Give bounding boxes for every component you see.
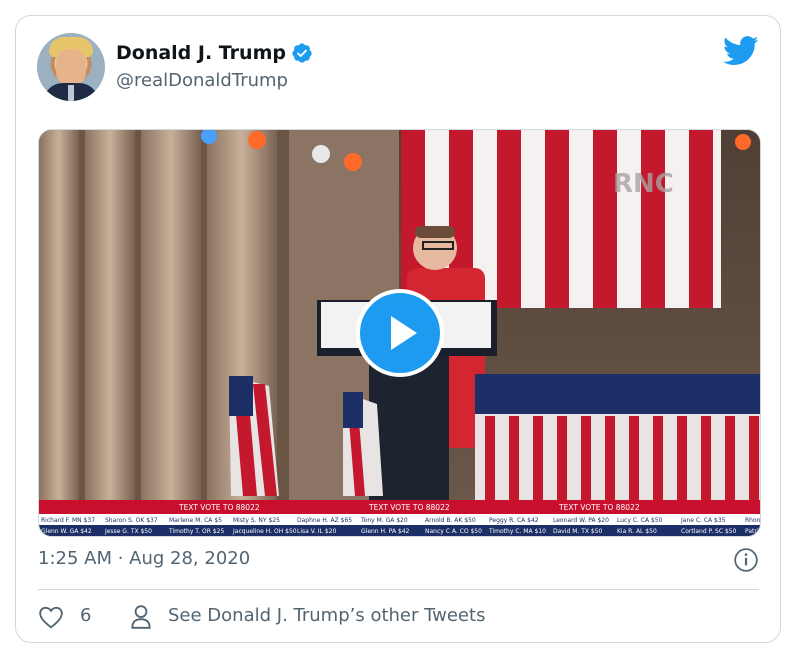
ticker2-entry: Glenn H. PA $42 bbox=[361, 528, 410, 535]
ticker2-entry: Timothy C. MA $10 bbox=[488, 528, 546, 535]
heart-icon[interactable] bbox=[38, 605, 64, 629]
ticker2-entry: Kia R. AL $50 bbox=[617, 528, 657, 535]
rnc-watermark: RNC bbox=[613, 169, 674, 199]
ticker1-entry: Arnold B. AK $50 bbox=[425, 517, 476, 524]
like-count: 6 bbox=[80, 605, 92, 626]
ticker1-entry: Misty S. NY $25 bbox=[233, 517, 280, 524]
vote-banner-3: TEXT VOTE TO 88022 bbox=[558, 503, 640, 512]
verified-badge-icon bbox=[292, 43, 312, 63]
person-icon[interactable] bbox=[130, 604, 152, 630]
ticker1-entry: Tony M. GA $20 bbox=[360, 517, 408, 524]
avatar[interactable] bbox=[37, 33, 105, 101]
tweet-card[interactable]: Donald J. Trump @realDonaldTrump RNC TEX… bbox=[15, 15, 781, 643]
ticker1-entry: Richard F. MN $37 bbox=[41, 517, 95, 524]
twitter-bird-icon[interactable] bbox=[723, 36, 759, 66]
ticker2-entry: Nancy C A. CO $50 bbox=[425, 528, 482, 535]
ticker2-entry: Glenn W. GA $42 bbox=[41, 528, 92, 535]
see-other-tweets-link[interactable]: See Donald J. Trump’s other Tweets bbox=[168, 605, 485, 626]
author-handle[interactable]: @realDonaldTrump bbox=[116, 70, 288, 91]
ticker2-entry: Cortland P. SC $50 bbox=[681, 528, 737, 535]
ticker1-entry: Peggy R. CA $42 bbox=[489, 517, 539, 524]
divider bbox=[38, 589, 759, 590]
play-icon[interactable] bbox=[355, 288, 445, 378]
ticker1-entry: Rhonda J. bbox=[745, 517, 760, 524]
video-player[interactable]: RNC TEXT VOTE TO 88022 TEXT VOTE TO 8802… bbox=[38, 129, 761, 537]
ticker1-entry: Jane C. CA $35 bbox=[680, 517, 726, 524]
author-name[interactable]: Donald J. Trump bbox=[116, 42, 286, 64]
info-icon[interactable] bbox=[733, 547, 759, 573]
ticker2-entry: Patric bbox=[745, 528, 760, 535]
ticker2-entry: Jacqueline H. OH $50 bbox=[232, 528, 297, 535]
ticker1-entry: Leonard W. PA $20 bbox=[553, 517, 609, 524]
tweet-timestamp[interactable]: 1:25 AM · Aug 28, 2020 bbox=[38, 548, 250, 569]
ticker2-entry: Timothy T. OR $25 bbox=[168, 528, 224, 535]
ticker1-entry: Daphne H. AZ $65 bbox=[297, 517, 352, 524]
ticker2-entry: David M. TX $50 bbox=[553, 528, 603, 535]
ticker2-entry: Lisa V. IL $20 bbox=[297, 528, 337, 535]
ticker1-entry: Marlene M. CA $5 bbox=[169, 517, 222, 524]
ticker1-entry: Sharon S. OK $37 bbox=[105, 517, 158, 524]
vote-banner-2: TEXT VOTE TO 88022 bbox=[368, 503, 450, 512]
ticker2-entry: Jesse G. TX $50 bbox=[104, 528, 152, 535]
vote-banner-1: TEXT VOTE TO 88022 bbox=[178, 503, 260, 512]
ticker1-entry: Lucy C. CA $50 bbox=[617, 517, 663, 524]
